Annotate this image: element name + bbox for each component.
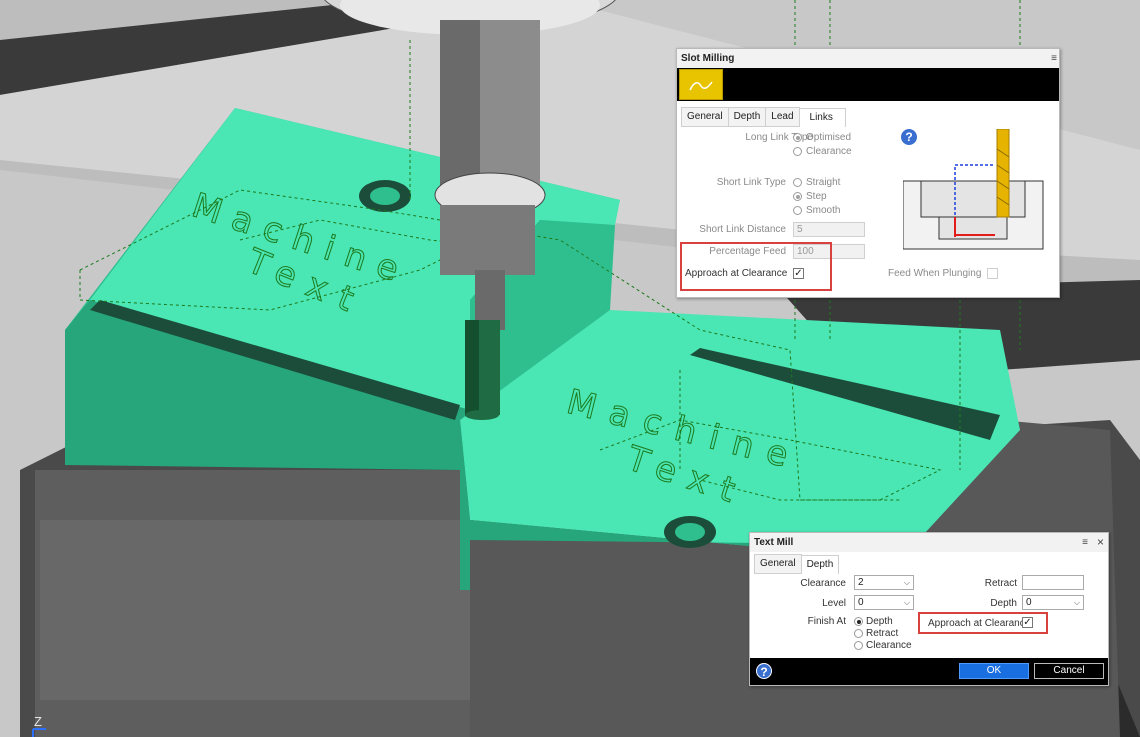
tab-depth[interactable]: Depth <box>800 555 840 574</box>
level-input[interactable]: 0 ⌵ <box>854 595 914 610</box>
long-link-clearance-radio[interactable] <box>793 147 802 156</box>
close-icon[interactable]: × <box>1097 533 1104 552</box>
long-link-type-label: Long Link Type <box>745 132 813 143</box>
strategy-toolbar <box>677 68 1059 101</box>
short-link-distance-input[interactable]: 5 <box>793 222 865 237</box>
chevron-down-icon: ⌵ <box>1073 598 1080 607</box>
short-link-type-label: Short Link Type <box>716 177 786 188</box>
short-link-distance-label: Short Link Distance <box>699 224 786 235</box>
panel-title-bar: Slot Milling ≡ <box>677 49 1059 68</box>
finish-at-depth-radio[interactable] <box>854 617 863 626</box>
long-link-optimised-label: Optimised <box>806 132 852 143</box>
axis-label-z: Z <box>34 714 42 729</box>
finish-at-label: Finish At <box>807 616 846 627</box>
panel-title-bar: Text Mill ≡ × <box>750 533 1108 552</box>
tab-general[interactable]: General <box>754 554 802 573</box>
depth-value: 0 <box>1026 597 1032 608</box>
short-link-smooth-label: Smooth <box>806 205 841 216</box>
slot-milling-panel: Slot Milling ≡ General Depth Lead Links … <box>676 48 1060 298</box>
panel-menu-icon[interactable]: ≡ <box>1082 533 1088 552</box>
tab-depth[interactable]: Depth <box>727 107 767 126</box>
feed-when-plunging-checkbox[interactable] <box>987 268 998 279</box>
short-link-step-label: Step <box>806 191 827 202</box>
depth-input[interactable]: 0 ⌵ <box>1022 595 1084 610</box>
tab-bar: General Depth Lead Links <box>681 107 846 127</box>
ok-button[interactable]: OK <box>959 663 1029 679</box>
link-diagram <box>902 128 1048 251</box>
finish-at-retract-radio[interactable] <box>854 629 863 638</box>
retract-label: Retract <box>984 578 1017 589</box>
chevron-down-icon: ⌵ <box>903 598 910 607</box>
short-link-smooth-radio[interactable] <box>793 206 802 215</box>
panel-title: Text Mill <box>754 537 794 548</box>
retract-input[interactable] <box>1022 575 1084 590</box>
panel-menu-icon[interactable]: ≡ <box>1051 49 1057 68</box>
finish-at-retract-label: Retract <box>866 628 899 639</box>
short-link-straight-label: Straight <box>806 177 841 188</box>
dialog-footer: ? OK Cancel <box>750 658 1108 685</box>
tab-bar: General Depth <box>754 554 840 574</box>
depth-label: Depth <box>990 598 1017 609</box>
finish-at-clearance-label: Clearance <box>866 640 912 651</box>
highlight-approach-at-clearance <box>918 612 1048 634</box>
long-link-clearance-label: Clearance <box>806 146 852 157</box>
slot-strategy-icon[interactable] <box>679 69 723 100</box>
cancel-button[interactable]: Cancel <box>1034 663 1104 679</box>
panel-title: Slot Milling <box>681 53 735 64</box>
highlight-approach-at-clearance <box>680 242 832 291</box>
tab-general[interactable]: General <box>681 107 729 126</box>
tab-lead[interactable]: Lead <box>765 107 800 126</box>
level-value: 0 <box>858 597 864 608</box>
finish-at-depth-label: Depth <box>866 616 893 627</box>
level-label: Level <box>822 598 846 609</box>
short-link-step-radio[interactable] <box>793 192 802 201</box>
clearance-label: Clearance <box>800 578 846 589</box>
tab-links[interactable]: Links <box>798 108 846 127</box>
chevron-down-icon: ⌵ <box>903 578 910 587</box>
help-icon[interactable]: ? <box>756 663 772 679</box>
feed-when-plunging-label: Feed When Plunging <box>888 268 982 279</box>
finish-at-clearance-radio[interactable] <box>854 641 863 650</box>
clearance-value: 2 <box>858 577 864 588</box>
text-mill-panel: Text Mill ≡ × General Depth Clearance 2 ⌵… <box>749 532 1109 686</box>
clearance-input[interactable]: 2 ⌵ <box>854 575 914 590</box>
long-link-optimised-radio[interactable] <box>793 133 802 142</box>
short-link-straight-radio[interactable] <box>793 178 802 187</box>
